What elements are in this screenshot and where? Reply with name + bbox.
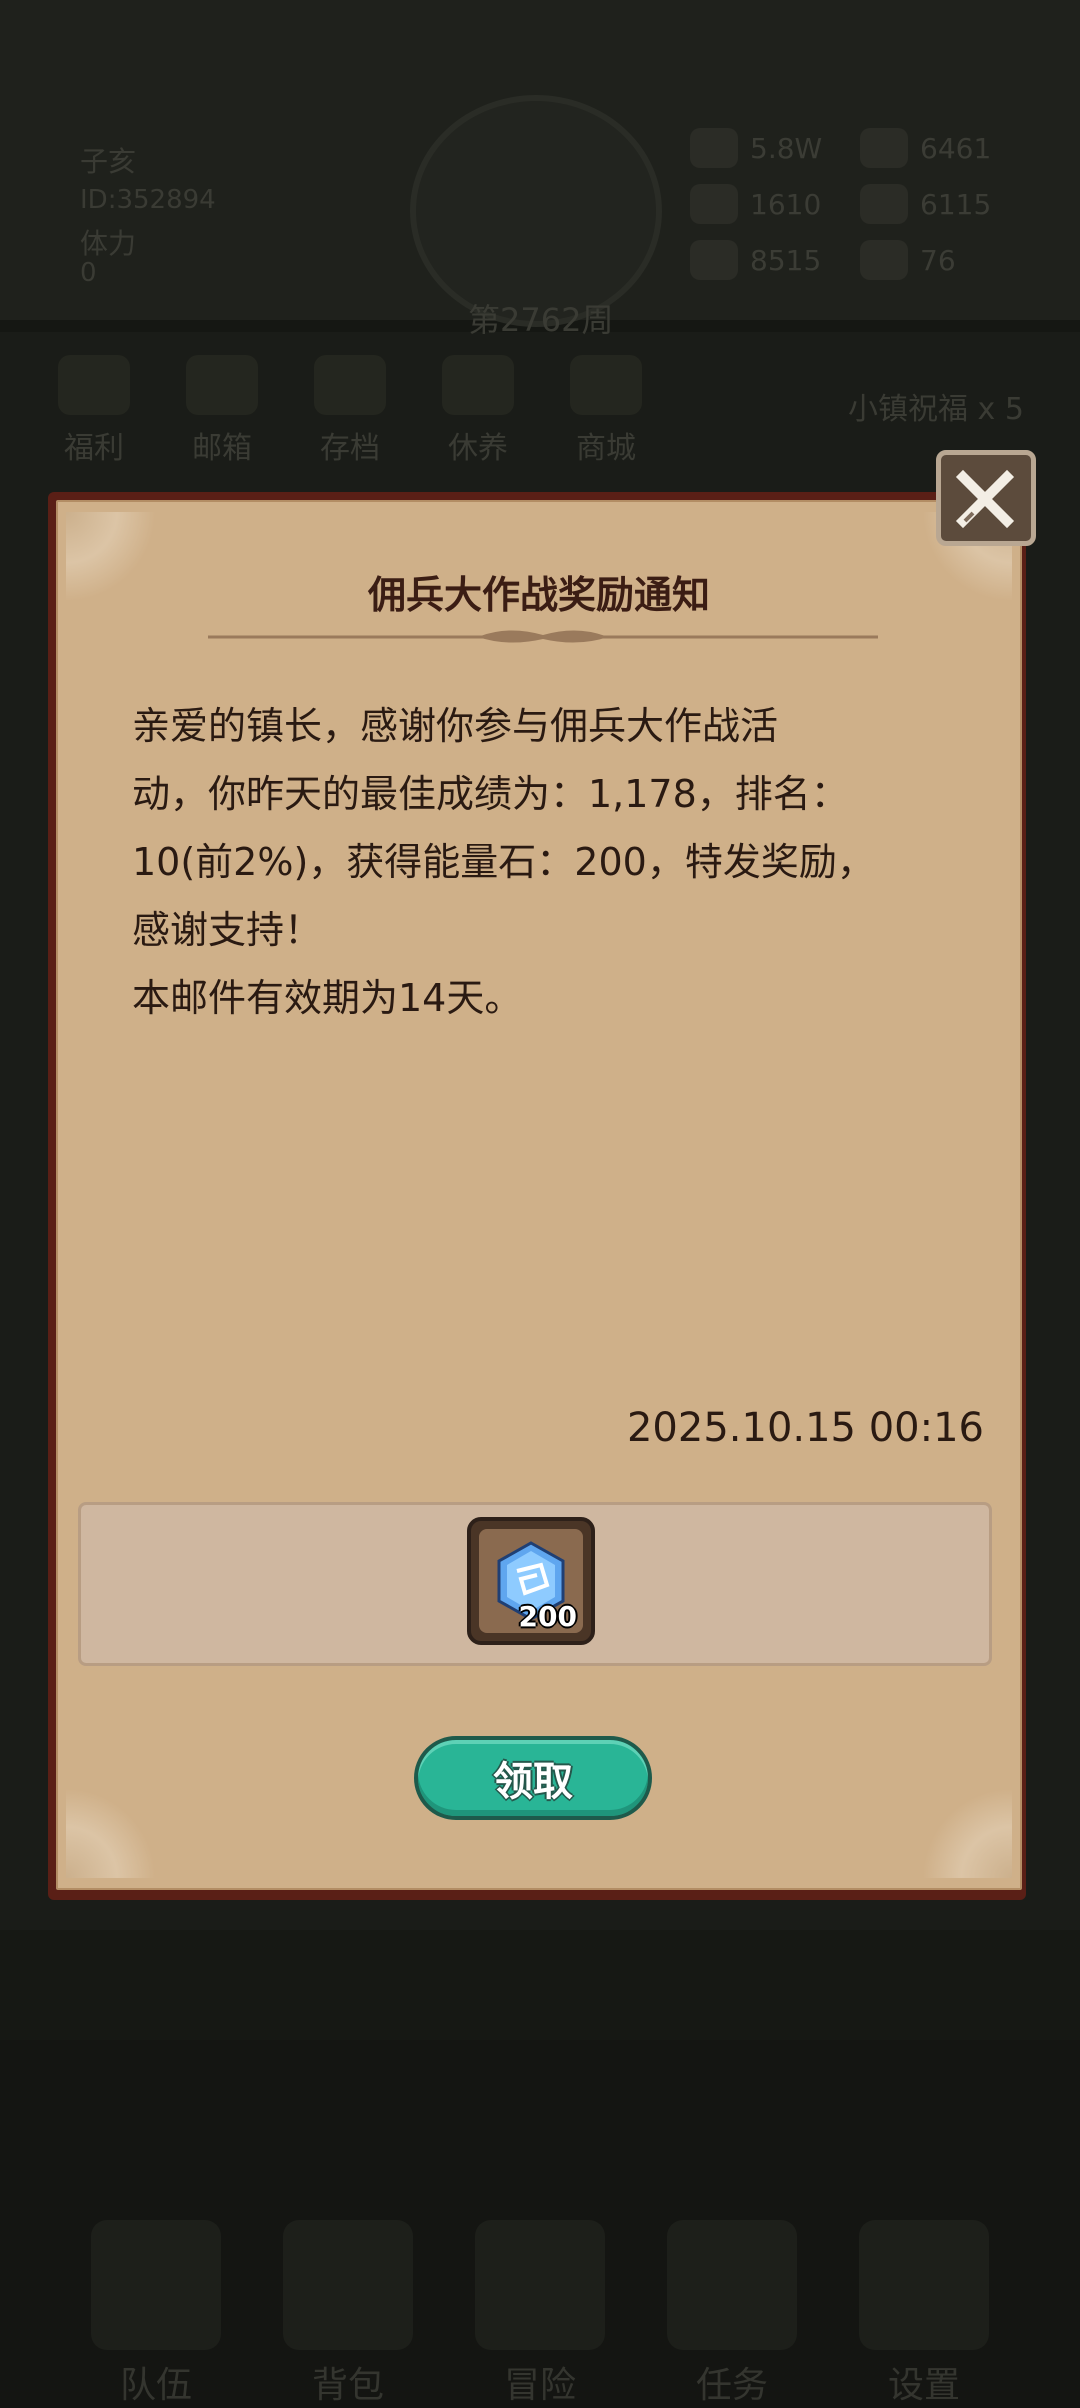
nav-bag: 背包 [252,2220,444,2408]
reward-item-slot[interactable]: 200 [467,1517,595,1645]
nav-team: 队伍 [60,2220,252,2408]
mail-body-line: 动，你昨天的最佳成绩为：1,178，排名： [132,772,849,816]
menu-welfare: 福利 [30,355,158,467]
dialog-panel: 佣兵大作战奖励通知 亲爱的镇长，感谢你参与佣兵大作战活 动，你昨天的最佳成绩为：… [56,500,1022,1890]
menu-mailbox: 邮箱 [158,355,286,467]
lower-banner [0,1930,1080,2040]
stone-icon [690,184,738,224]
mail-body: 亲爱的镇长，感谢你参与佣兵大作战活 动，你昨天的最佳成绩为：1,178，排名： … [132,692,952,1032]
sword-icon [475,2220,605,2350]
resource-wood: 6461 [860,128,1030,168]
mail-date: 2025.10.15 00:16 [626,1405,984,1451]
resource-stone: 1610 [690,184,860,224]
food-icon [690,240,738,280]
bottom-nav: 队伍 背包 冒险 任务 设置 [60,2220,1020,2408]
iron-icon [860,184,908,224]
wood-icon [860,128,908,168]
bed-icon [442,355,514,415]
resource-panel: 5.8W 6461 1610 6115 8515 76 [690,120,1030,288]
gift-icon [58,355,130,415]
dialog-title: 佣兵大作战奖励通知 [367,573,710,617]
quest-icon [667,2220,797,2350]
nav-settings: 设置 [828,2220,1020,2408]
mail-body-line: 亲爱的镇长，感谢你参与佣兵大作战活 [132,704,779,748]
player-name: 子亥 [80,145,137,178]
team-icon [91,2220,221,2350]
claim-button[interactable]: 领取 [414,1736,652,1820]
mail-icon [186,355,258,415]
reward-quantity: 200 [518,1600,577,1633]
save-icon [314,355,386,415]
town-blessing: 小镇祝福 x 5 [848,392,1024,427]
reward-container: 200 [78,1502,992,1666]
corner-ornament [922,1788,1012,1878]
resource-gem: 76 [860,240,1030,280]
player-id: ID:352894 [80,185,216,215]
claim-button-label: 领取 [493,1759,573,1805]
nav-quest: 任务 [636,2220,828,2408]
reward-mail-dialog: 佣兵大作战奖励通知 亲爱的镇长，感谢你参与佣兵大作战活 动，你昨天的最佳成绩为：… [48,492,1026,1900]
mail-body-line: 10(前2%)，获得能量石：200，特发奖励， [132,840,875,884]
close-button[interactable] [936,450,1036,546]
gem-icon [860,240,908,280]
gold-coin-icon [690,128,738,168]
shop-icon [570,355,642,415]
week-label: 第2762周 [468,301,614,339]
mail-body-line: 本邮件有效期为14天。 [132,976,523,1020]
resource-gold: 5.8W [690,128,860,168]
menu-save: 存档 [286,355,414,467]
nav-adventure: 冒险 [444,2220,636,2408]
player-portrait [410,95,662,327]
bag-icon [283,2220,413,2350]
close-x-icon [955,469,1015,529]
menu-shop: 商城 [542,355,670,467]
resource-food: 8515 [690,240,860,280]
top-menu: 福利 邮箱 存档 休养 商城 [30,355,670,467]
stamina-value: 0 [80,258,97,288]
menu-rest: 休养 [414,355,542,467]
title-divider [208,630,878,643]
stamina-label: 体力 [80,227,137,260]
mail-body-line: 感谢支持！ [132,908,323,952]
gear-icon [859,2220,989,2350]
resource-iron: 6115 [860,184,1030,224]
corner-ornament [66,1788,156,1878]
